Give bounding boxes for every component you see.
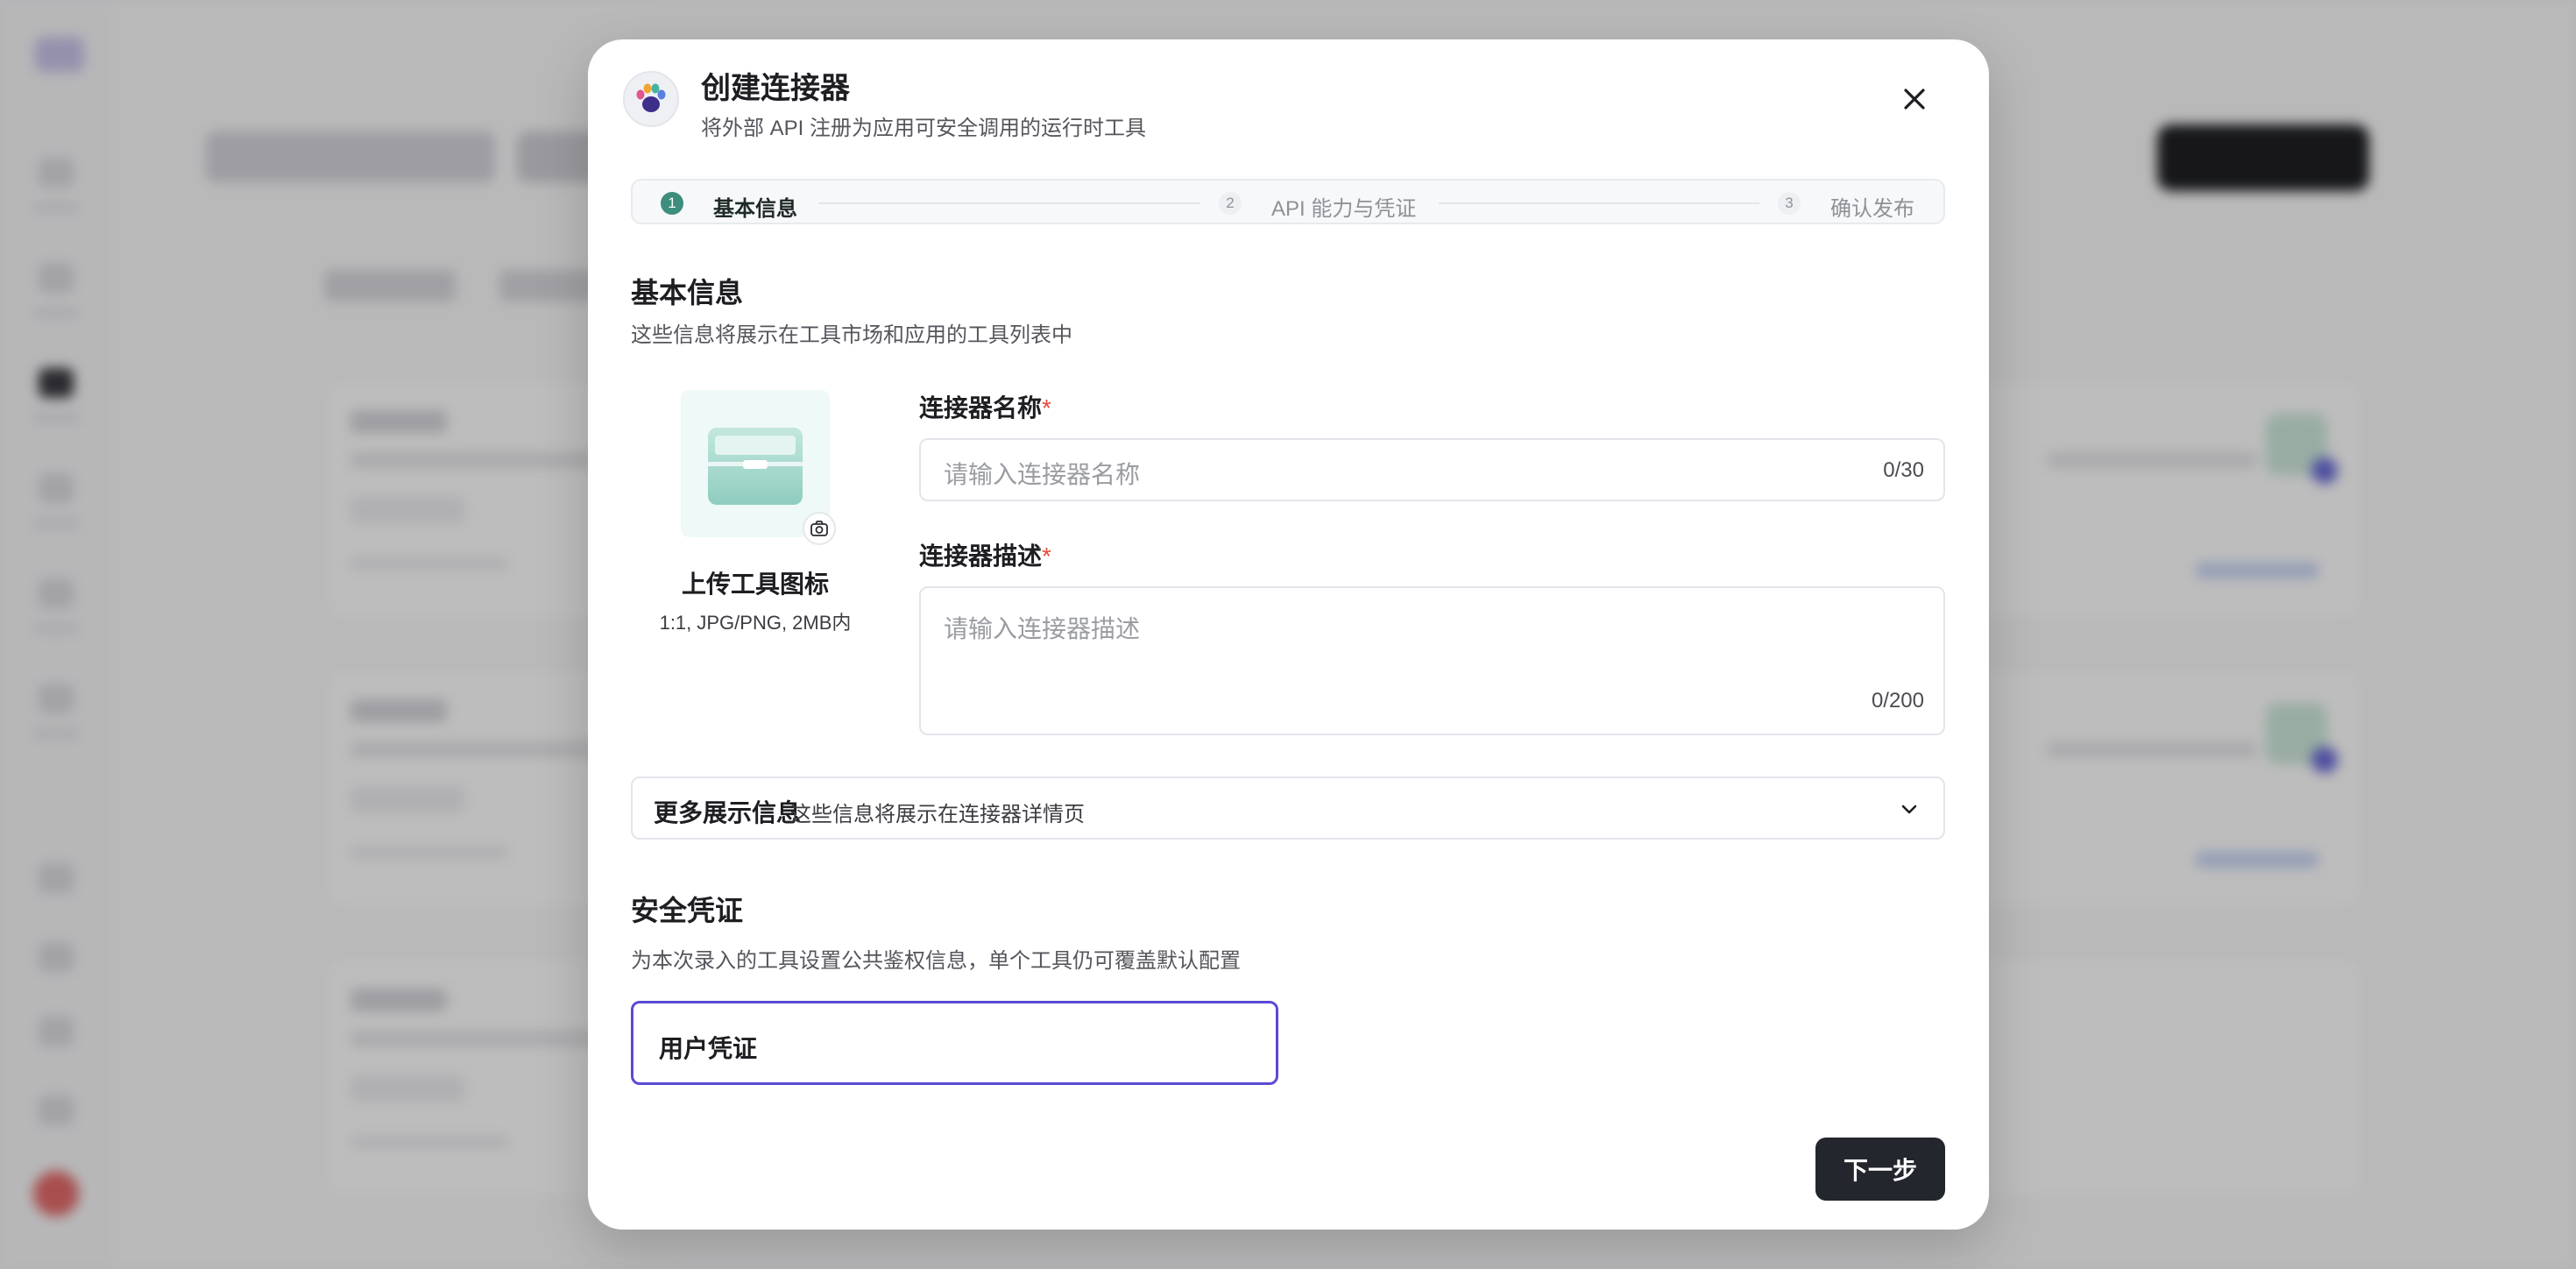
user-credential-option[interactable]: 用户凭证 bbox=[631, 1001, 1278, 1085]
modal-subtitle: 将外部 API 注册为应用可安全调用的运行时工具 bbox=[701, 117, 1147, 140]
more-info-collapsible[interactable]: 更多展示信息 这些信息将展示在连接器详情页 bbox=[631, 776, 1945, 840]
connector-description-counter: 0/200 bbox=[1871, 689, 1924, 712]
connector-description-label: 连接器描述* bbox=[919, 542, 1051, 570]
upload-camera-button[interactable] bbox=[803, 512, 836, 545]
modal-title: 创建连接器 bbox=[701, 72, 850, 105]
step-connector-line bbox=[818, 202, 1200, 204]
user-credential-label: 用户凭证 bbox=[659, 1035, 758, 1062]
next-step-button[interactable]: 下一步 bbox=[1815, 1138, 1945, 1201]
step-3-number: 3 bbox=[1778, 192, 1801, 215]
security-description: 为本次录入的工具设置公共鉴权信息，单个工具仍可覆盖默认配置 bbox=[631, 949, 1241, 973]
connector-name-input[interactable]: 请输入连接器名称 0/30 bbox=[919, 438, 1945, 501]
progress-stepper: 1 基本信息 2 API 能力与凭证 3 确认发布 bbox=[631, 179, 1945, 224]
close-button[interactable] bbox=[1897, 82, 1932, 117]
paw-logo-icon bbox=[623, 71, 679, 127]
create-connector-modal: 创建连接器 将外部 API 注册为应用可安全调用的运行时工具 1 基本信息 2 … bbox=[588, 39, 1989, 1230]
connector-description-placeholder: 请输入连接器描述 bbox=[944, 615, 1141, 642]
connector-name-placeholder: 请输入连接器名称 bbox=[944, 461, 1141, 488]
camera-icon bbox=[810, 521, 828, 536]
close-icon bbox=[1904, 89, 1925, 110]
step-2-number: 2 bbox=[1219, 192, 1242, 215]
connector-name-label: 连接器名称* bbox=[919, 394, 1051, 422]
connector-name-counter: 0/30 bbox=[1883, 458, 1924, 482]
required-mark: * bbox=[1042, 394, 1051, 422]
step-1-label: 基本信息 bbox=[713, 197, 797, 221]
chevron-down-icon bbox=[1901, 805, 1917, 814]
step-1-number: 1 bbox=[661, 192, 683, 215]
security-heading: 安全凭证 bbox=[631, 895, 744, 926]
connector-description-textarea[interactable]: 请输入连接器描述 0/200 bbox=[919, 586, 1945, 735]
step-connector-line bbox=[1439, 202, 1759, 204]
upload-icon-title: 上传工具图标 bbox=[681, 571, 829, 598]
step-3-label: 确认发布 bbox=[1830, 197, 1914, 221]
basic-info-description: 这些信息将展示在工具市场和应用的工具列表中 bbox=[631, 323, 1072, 347]
step-2-label: API 能力与凭证 bbox=[1271, 197, 1417, 221]
required-mark: * bbox=[1042, 542, 1051, 570]
more-info-description: 这些信息将展示在连接器详情页 bbox=[790, 803, 1085, 826]
basic-info-heading: 基本信息 bbox=[631, 277, 744, 308]
upload-icon-hint: 1:1, JPG/PNG, 2MB内 bbox=[659, 612, 852, 634]
more-info-title: 更多展示信息 bbox=[654, 799, 802, 826]
